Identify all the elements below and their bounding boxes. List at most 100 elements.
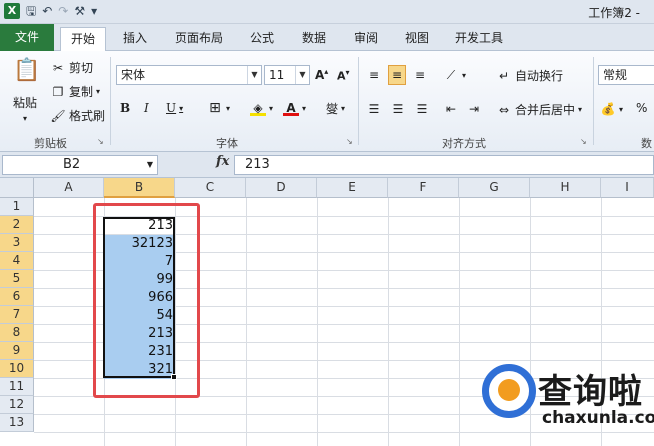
shrink-font-icon: A▾	[337, 68, 350, 83]
tab-insert[interactable]: 插入	[121, 27, 149, 51]
fill-dropdown-icon: ▾	[269, 103, 274, 113]
row-header-3[interactable]: 3	[0, 234, 34, 252]
magnifier-logo-icon	[482, 364, 536, 418]
borders-button[interactable]: ⊞ ▾	[207, 100, 230, 116]
align-middle-icon: ≡	[391, 68, 403, 82]
save-icon[interactable]: 🖫	[26, 3, 36, 19]
row-header-5[interactable]: 5	[0, 270, 34, 288]
align-left-button[interactable]: ☰	[366, 101, 382, 117]
column-header-a[interactable]: A	[34, 178, 104, 198]
grow-font-button[interactable]: A▴	[315, 67, 328, 82]
undo-icon[interactable]: ↶	[42, 3, 52, 19]
wrap-text-button[interactable]: ↵ 自动换行	[496, 67, 563, 84]
gridline	[246, 198, 247, 446]
fill-color-button[interactable]: ◈ ▾	[250, 100, 273, 116]
chevron-down-icon: ▼	[247, 66, 261, 84]
align-bottom-icon: ≡	[414, 68, 426, 82]
excel-app-icon[interactable]: X	[4, 3, 20, 19]
column-header-d[interactable]: D	[246, 178, 317, 198]
column-header-i[interactable]: I	[601, 178, 654, 198]
copy-dropdown-icon: ▾	[96, 87, 101, 96]
column-header-h[interactable]: H	[530, 178, 601, 198]
number-format-combo[interactable]: 常规	[598, 65, 654, 85]
merge-center-button[interactable]: ⇔ 合并后居中 ▾	[496, 101, 582, 118]
tab-file[interactable]: 文件	[0, 24, 54, 51]
row-header-1[interactable]: 1	[0, 198, 34, 216]
column-header-g[interactable]: G	[459, 178, 530, 198]
row-header-12[interactable]: 12	[0, 396, 34, 414]
font-color-button[interactable]: A ▾	[283, 100, 306, 116]
currency-icon: 💰	[600, 102, 616, 116]
formula-input[interactable]: 213	[234, 155, 654, 175]
font-size-combo[interactable]: 11 ▼	[264, 65, 310, 85]
copy-button[interactable]: ❐ 复制 ▾	[50, 83, 100, 100]
scissors-icon: ✂	[52, 60, 64, 75]
underline-label: U	[166, 101, 177, 115]
ribbon-home: 📋 粘贴 ▾ ✂ 剪切 ❐ 复制 ▾ 🖌 格式刷 剪贴板 ↘ 宋体 ▼ 11 ▼…	[0, 51, 654, 152]
group-separator	[110, 57, 111, 145]
tab-formulas[interactable]: 公式	[248, 27, 276, 51]
row-header-9[interactable]: 9	[0, 342, 34, 360]
row-header-7[interactable]: 7	[0, 306, 34, 324]
column-header-b[interactable]: B	[104, 178, 175, 198]
insert-function-button[interactable]: fx	[216, 154, 229, 169]
row-header-8[interactable]: 8	[0, 324, 34, 342]
row-header-10[interactable]: 10	[0, 360, 34, 378]
row-header-2[interactable]: 2	[0, 216, 34, 234]
bold-button[interactable]: B	[120, 101, 130, 115]
align-bottom-button[interactable]: ≡	[412, 67, 428, 83]
tab-developer[interactable]: 开发工具	[453, 27, 505, 51]
clipboard-launcher-icon[interactable]: ↘	[97, 137, 104, 146]
font-name-combo[interactable]: 宋体 ▼	[116, 65, 262, 85]
orientation-dropdown-icon: ▾	[462, 70, 467, 80]
tab-review[interactable]: 审阅	[352, 27, 380, 51]
orientation-button[interactable]: ⟋ ▾	[443, 67, 466, 83]
align-center-button[interactable]: ☰	[390, 101, 406, 117]
align-right-button[interactable]: ☰	[414, 101, 430, 117]
qat-dropdown-icon[interactable]: ▾	[91, 3, 97, 19]
font-launcher-icon[interactable]: ↘	[346, 137, 353, 146]
row-header-13[interactable]: 13	[0, 414, 34, 432]
italic-button[interactable]: I	[144, 101, 149, 115]
currency-button[interactable]: 💰 ▾	[600, 101, 624, 117]
tab-page-layout[interactable]: 页面布局	[173, 27, 225, 51]
column-header-e[interactable]: E	[317, 178, 388, 198]
align-right-icon: ☰	[416, 102, 428, 116]
increase-indent-button[interactable]: ⇥	[466, 101, 482, 117]
increase-indent-icon: ⇥	[468, 102, 480, 116]
highlight-annotation-box	[93, 203, 200, 398]
currency-dropdown-icon: ▾	[619, 104, 624, 114]
shrink-font-button[interactable]: A▾	[337, 68, 350, 83]
merge-dropdown-icon: ▾	[578, 105, 583, 114]
brush-icon: 🖌	[50, 108, 66, 123]
phonetic-button[interactable]: 燮 ▾	[326, 100, 345, 117]
paste-dropdown-icon: ▾	[22, 114, 27, 123]
window-title: 工作簿2 -	[588, 6, 640, 20]
decrease-indent-button[interactable]: ⇤	[443, 101, 459, 117]
align-middle-button[interactable]: ≡	[388, 65, 406, 85]
tab-view[interactable]: 视图	[403, 27, 431, 51]
customize-toolbar-icon[interactable]: ⚒	[74, 3, 85, 19]
redo-icon[interactable]: ↷	[58, 3, 68, 19]
format-painter-button[interactable]: 🖌 格式刷	[50, 107, 105, 124]
merge-cells-icon: ⇔	[498, 102, 510, 117]
align-top-button[interactable]: ≡	[366, 67, 382, 83]
formula-bar: B2 ▼ fx 213	[0, 152, 654, 178]
cut-button[interactable]: ✂ 剪切	[50, 59, 93, 76]
row-header-4[interactable]: 4	[0, 252, 34, 270]
tab-home[interactable]: 开始	[60, 27, 107, 51]
underline-button[interactable]: U ▾	[166, 101, 183, 115]
column-header-f[interactable]: F	[388, 178, 459, 198]
alignment-launcher-icon[interactable]: ↘	[580, 137, 587, 146]
paste-button[interactable]: 📋 粘贴 ▾	[10, 57, 40, 123]
tab-data[interactable]: 数据	[300, 27, 328, 51]
row-header-6[interactable]: 6	[0, 288, 34, 306]
percent-button[interactable]: %	[636, 101, 647, 115]
name-box[interactable]: B2 ▼	[2, 155, 158, 175]
select-all-corner[interactable]	[0, 178, 34, 198]
phonetic-icon: 燮	[326, 102, 339, 116]
group-label-alignment: 对齐方式	[442, 137, 486, 150]
row-header-11[interactable]: 11	[0, 378, 34, 396]
quick-access-toolbar: X 🖫 ↶ ↷ ⚒ ▾	[4, 3, 97, 19]
column-header-c[interactable]: C	[175, 178, 246, 198]
